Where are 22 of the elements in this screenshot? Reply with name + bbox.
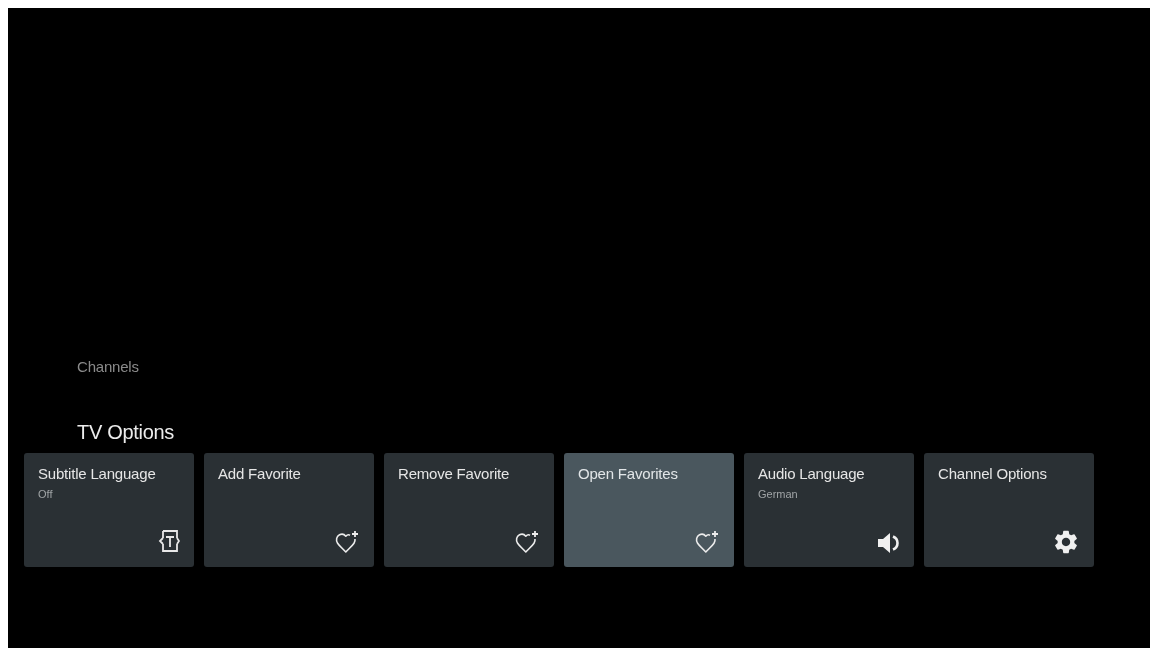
option-tile[interactable]: Add Favorite (204, 453, 374, 567)
option-tile[interactable]: Channel Options (924, 453, 1094, 567)
option-value: Off (38, 487, 53, 501)
option-title: Channel Options (938, 464, 1047, 484)
section-label: Channels (77, 358, 139, 376)
heart-plus-icon (334, 530, 360, 554)
option-title: Add Favorite (218, 464, 301, 484)
row-title: TV Options (77, 420, 175, 444)
option-tile[interactable]: Open Favorites (564, 453, 734, 567)
subtitle-text-icon (158, 528, 180, 554)
heart-plus-icon (514, 530, 540, 554)
heart-plus-icon (694, 530, 720, 554)
option-tile[interactable]: Remove Favorite (384, 453, 554, 567)
settings-icon (1052, 528, 1080, 556)
option-tile[interactable]: Audio Language German (744, 453, 914, 567)
option-title: Subtitle Language (38, 464, 156, 484)
option-title: Open Favorites (578, 464, 678, 484)
option-title: Remove Favorite (398, 464, 510, 484)
option-value: German (758, 487, 798, 501)
option-tile[interactable]: Subtitle Language Off (24, 453, 194, 567)
option-title: Audio Language (758, 464, 865, 484)
speaker-icon (878, 532, 900, 554)
